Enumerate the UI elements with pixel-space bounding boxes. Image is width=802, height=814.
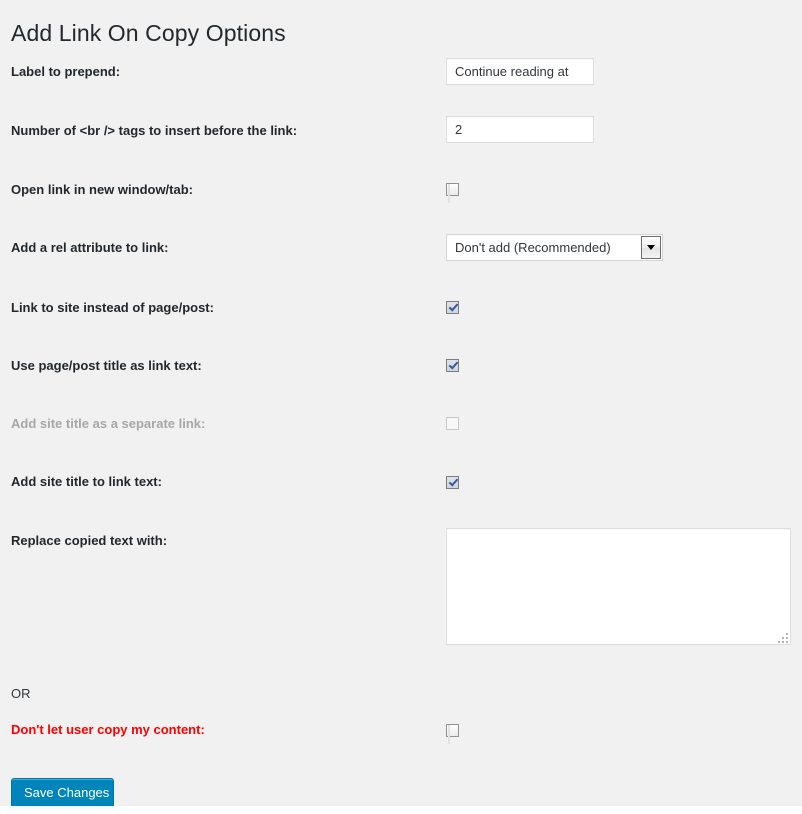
open-in-new-window-label: Open link in new window/tab: xyxy=(11,182,193,197)
open-in-new-window-checkbox[interactable] xyxy=(446,183,459,203)
options-page: Add Link On Copy Options Label to prepen… xyxy=(0,0,802,806)
site-title-to-link-text-label: Add site title to link text: xyxy=(11,474,162,489)
rel-attribute-select[interactable]: Don't add (Recommended) xyxy=(446,234,663,261)
use-title-as-link-text-checkbox[interactable] xyxy=(446,359,459,372)
site-title-separate-link-checkbox[interactable] xyxy=(446,417,459,430)
br-tags-count-label: Number of <br /> tags to insert before t… xyxy=(11,123,298,138)
site-title-separate-link-label: Add site title as a separate link: xyxy=(11,416,206,431)
replace-copied-text-label: Replace copied text with: xyxy=(11,533,168,548)
checkbox-check-icon xyxy=(448,302,450,321)
br-tags-count-input[interactable] xyxy=(446,116,594,143)
rel-attribute-label: Add a rel attribute to link: xyxy=(11,240,169,255)
label-to-prepend-input[interactable] xyxy=(446,58,594,85)
or-separator-label: OR xyxy=(11,686,31,701)
replace-copied-text-textarea[interactable] xyxy=(446,528,791,645)
site-title-to-link-text-checkbox[interactable] xyxy=(446,476,459,489)
chevron-down-icon[interactable] xyxy=(641,236,661,259)
disallow-copy-checkbox[interactable] xyxy=(446,724,459,744)
checkbox-check-icon xyxy=(448,360,450,379)
checkbox-inner xyxy=(448,418,450,437)
checkbox-inner xyxy=(448,184,450,203)
checkbox-inner xyxy=(448,725,450,744)
checkbox-check-icon xyxy=(448,477,450,496)
link-to-site-checkbox[interactable] xyxy=(446,301,459,314)
rel-attribute-selected-value: Don't add (Recommended) xyxy=(455,240,611,255)
use-title-as-link-text-label: Use page/post title as link text: xyxy=(11,358,202,373)
disallow-copy-label: Don't let user copy my content: xyxy=(11,722,205,737)
page-title: Add Link On Copy Options xyxy=(11,20,286,47)
label-to-prepend-label: Label to prepend: xyxy=(11,64,121,79)
save-changes-button[interactable]: Save Changes xyxy=(11,778,114,806)
link-to-site-label: Link to site instead of page/post: xyxy=(11,300,214,315)
